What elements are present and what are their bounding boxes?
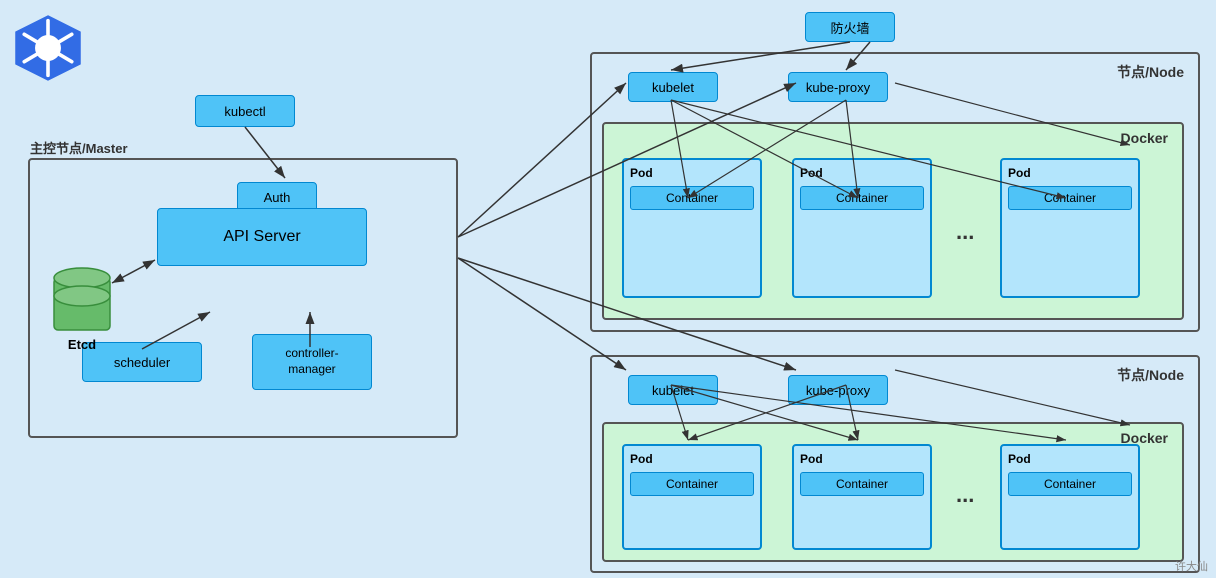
kubectl-label: kubectl [224, 104, 265, 119]
kube-proxy1-label: kube-proxy [806, 80, 870, 95]
firewall-label: 防火墙 [830, 18, 869, 37]
pod1-2-group: Pod Container [792, 158, 932, 298]
master-label: 主控节点/Master [30, 138, 128, 157]
dots2: ... [956, 482, 974, 508]
node1-label: 节点/Node [1117, 62, 1184, 82]
kube-proxy2-box: kube-proxy [788, 375, 888, 405]
auth-label: Auth [264, 190, 291, 205]
pod1-3-group: Pod Container [1000, 158, 1140, 298]
kube-proxy1-box: kube-proxy [788, 72, 888, 102]
kubelet1-label: kubelet [652, 80, 694, 95]
kubelet1-box: kubelet [628, 72, 718, 102]
k8s-logo [12, 12, 84, 84]
node1-box: 节点/Node kubelet kube-proxy Docker Pod Co… [590, 52, 1200, 332]
firewall-box: 防火墙 [805, 12, 895, 42]
container2-1-box: Container [630, 472, 754, 496]
container1-2-box: Container [800, 186, 924, 210]
pod1-1-label: Pod [630, 166, 754, 180]
pod2-2-label: Pod [800, 452, 924, 466]
pod1-3-label: Pod [1008, 166, 1132, 180]
apiserver-label: API Server [223, 228, 300, 246]
docker2-box: Docker Pod Container Pod Container [602, 422, 1184, 562]
pod1-1-group: Pod Container [622, 158, 762, 298]
container2-2-box: Container [800, 472, 924, 496]
kubelet2-box: kubelet [628, 375, 718, 405]
container1-1-box: Container [630, 186, 754, 210]
kubectl-box: kubectl [195, 95, 295, 127]
docker1-label: Docker [1121, 130, 1168, 146]
node2-box: 节点/Node kubelet kube-proxy Docker Pod Co… [590, 355, 1200, 573]
pod1-2-label: Pod [800, 166, 924, 180]
container2-3-box: Container [1008, 472, 1132, 496]
kube-proxy2-label: kube-proxy [806, 383, 870, 398]
pod2-3-group: Pod Container [1000, 444, 1140, 550]
master-box: 主控节点/Master Auth API Server scheduler co… [28, 158, 458, 438]
node2-label: 节点/Node [1117, 365, 1184, 385]
apiserver-box: API Server [157, 208, 367, 266]
container1-3-box: Container [1008, 186, 1132, 210]
scheduler-label: scheduler [114, 355, 170, 370]
dots1: ... [956, 219, 974, 245]
watermark: 许大仙 [1175, 558, 1208, 574]
pod2-1-label: Pod [630, 452, 754, 466]
pod2-2-group: Pod Container [792, 444, 932, 550]
controller-box: controller- manager [252, 334, 372, 390]
docker1-box: Docker Pod Container Pod Container [602, 122, 1184, 320]
controller-label: controller- manager [285, 346, 338, 377]
pod2-1-group: Pod Container [622, 444, 762, 550]
kubelet2-label: kubelet [652, 383, 694, 398]
etcd-group: Etcd [50, 260, 114, 352]
pod2-3-label: Pod [1008, 452, 1132, 466]
diagram-container: kubectl 主控节点/Master Auth API Server sche… [0, 0, 1216, 578]
